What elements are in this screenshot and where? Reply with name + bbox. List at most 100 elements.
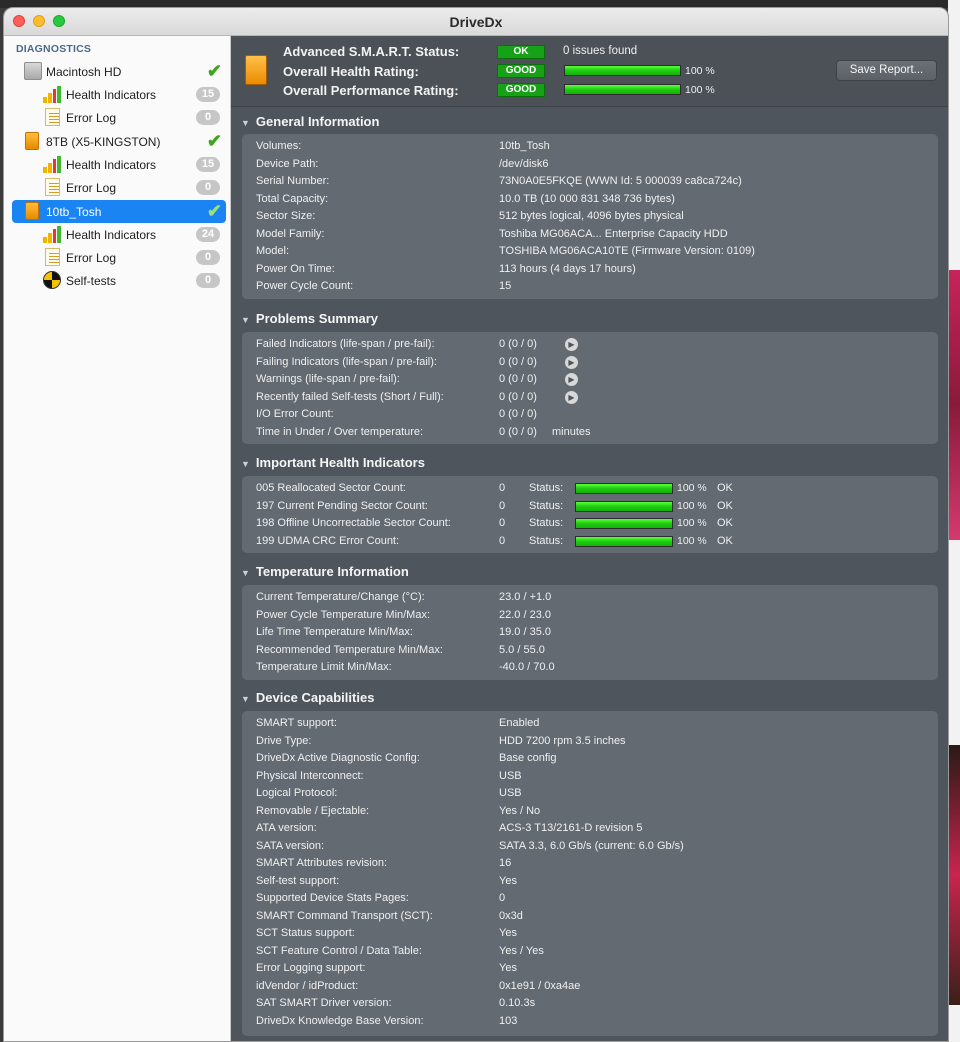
info-value: Yes / Yes	[499, 944, 544, 957]
sidebar-item-8tb-kingston[interactable]: 8TB (X5-KINGSTON) ✔	[12, 130, 226, 153]
sidebar-item-label: Error Log	[66, 111, 117, 125]
sidebar-item-health-indicators[interactable]: Health Indicators 15	[12, 83, 226, 106]
smart-issues-text: 0 issues found	[563, 45, 638, 57]
usb-drive-icon	[25, 132, 39, 150]
sidebar-item-error-log[interactable]: Error Log 0	[12, 176, 226, 199]
info-label: Removable / Ejectable:	[256, 804, 370, 817]
problem-value: 0 (0 / 0)	[499, 338, 537, 350]
info-label: DriveDx Active Diagnostic Config:	[256, 752, 420, 764]
problems-summary-panel: Failed Indicators (life-span / pre-fail)…	[242, 332, 938, 444]
section-title: Temperature Information	[255, 564, 409, 579]
info-label: DriveDx Knowledge Base Version:	[256, 1014, 424, 1027]
indicator-bar	[575, 483, 673, 494]
info-label: Power Cycle Count:	[256, 280, 354, 292]
info-value: 103	[499, 1014, 518, 1027]
sidebar-item-label: 10tb_Tosh	[46, 205, 102, 219]
info-value: SATA 3.3, 6.0 Gb/s (current: 6.0 Gb/s)	[499, 839, 684, 852]
problem-unit: minutes	[552, 425, 591, 438]
info-value: -40.0 / 70.0	[499, 661, 555, 673]
info-label: SATA version:	[256, 839, 325, 852]
performance-rating-label: Overall Performance Rating:	[283, 83, 459, 98]
usb-drive-icon	[25, 202, 39, 220]
info-value: 23.0 / +1.0	[499, 591, 552, 603]
section-general-information[interactable]: ▼ General Information	[241, 114, 379, 129]
checkmark-icon: ✔	[206, 201, 222, 221]
background-photo	[948, 270, 960, 540]
info-label: Sector Size:	[256, 210, 316, 222]
problem-value: 0 (0 / 0)	[499, 408, 537, 420]
performance-rating-badge: GOOD	[497, 83, 545, 97]
background-photo	[948, 745, 960, 1005]
section-temperature-information[interactable]: ▼ Temperature Information	[241, 564, 409, 579]
sidebar-item-label: Health Indicators	[66, 158, 157, 172]
info-label: Drive Type:	[256, 734, 312, 747]
section-problems-summary[interactable]: ▼ Problems Summary	[241, 311, 378, 326]
info-label: Recommended Temperature Min/Max:	[256, 643, 443, 656]
error-log-icon	[45, 178, 60, 196]
info-value: 22.0 / 23.0	[499, 608, 551, 621]
sidebar-item-error-log[interactable]: Error Log 0	[12, 246, 226, 269]
health-indicators-panel: 005 Reallocated Sector Count: 0 Status: 100…	[242, 476, 938, 553]
indicator-pct: 100 %	[677, 499, 707, 512]
details-arrow-icon[interactable]: ▶	[565, 338, 578, 351]
indicator-label: 198 Offline Uncorrectable Sector Count:	[256, 517, 451, 529]
section-title: Important Health Indicators	[255, 455, 425, 470]
indicator-bar-fill	[576, 484, 672, 493]
checkmark-icon: ✔	[206, 61, 222, 81]
title-bar: DriveDx	[4, 8, 948, 36]
problem-label: Recently failed Self-tests (Short / Full…	[256, 390, 444, 403]
performance-rating-bar	[564, 84, 681, 95]
info-label: Serial Number:	[256, 175, 330, 187]
details-arrow-icon[interactable]: ▶	[565, 355, 578, 369]
health-rating-bar-fill	[565, 66, 680, 75]
indicator-value: 0	[499, 517, 506, 529]
problem-label: Time in Under / Over temperature:	[256, 425, 424, 438]
indicator-label: 199 UDMA CRC Error Count:	[256, 534, 400, 547]
sidebar-item-error-log[interactable]: Error Log 0	[12, 106, 226, 129]
problem-label: Warnings (life-span / pre-fail):	[256, 373, 400, 385]
indicator-ok: OK	[717, 482, 733, 494]
save-report-button[interactable]: Save Report...	[836, 60, 937, 81]
performance-rating-pct: 100 %	[685, 84, 715, 96]
section-important-health-indicators[interactable]: ▼ Important Health Indicators	[241, 455, 425, 470]
sidebar-item-health-indicators[interactable]: Health Indicators 24	[12, 223, 226, 246]
indicator-label: 005 Reallocated Sector Count:	[256, 482, 406, 494]
info-label: SMART Attributes revision:	[256, 857, 388, 869]
indicator-value: 0	[499, 482, 506, 494]
indicator-status-label: Status:	[529, 517, 564, 529]
sidebar-item-10tb-tosh[interactable]: 10tb_Tosh ✔	[12, 200, 226, 223]
indicator-bar-fill	[576, 536, 672, 546]
info-value: 16	[499, 857, 512, 869]
problem-value: 0 (0 / 0)	[499, 373, 537, 385]
info-label: Life Time Temperature Min/Max:	[256, 626, 413, 638]
sidebar-item-macintosh-hd[interactable]: Macintosh HD ✔	[12, 60, 226, 83]
sidebar: DIAGNOSTICS Macintosh HD ✔ Health Indica…	[4, 36, 231, 1041]
health-rating-bar	[564, 65, 681, 76]
info-value: 113 hours (4 days 17 hours)	[499, 262, 636, 275]
info-label: Power On Time:	[256, 262, 335, 275]
window-title: DriveDx	[449, 14, 503, 30]
count-badge: 24	[196, 227, 220, 242]
temperature-panel: Current Temperature/Change (°C): 23.0 / +…	[242, 585, 938, 680]
count-badge: 0	[196, 110, 220, 125]
info-value: 0x1e91 / 0xa4ae	[499, 979, 581, 992]
info-label: Logical Protocol:	[256, 787, 338, 799]
section-title: Problems Summary	[255, 311, 379, 326]
details-arrow-icon[interactable]: ▶	[565, 390, 578, 404]
info-value: TOSHIBA MG06ACA10TE (Firmware Version: 0…	[499, 245, 755, 257]
count-badge: 0	[196, 180, 220, 195]
info-value: Base config	[499, 752, 557, 764]
problem-label: Failing Indicators (life-span / pre-fail…	[256, 355, 437, 368]
section-device-capabilities[interactable]: ▼ Device Capabilities	[241, 690, 374, 705]
info-label: SCT Status support:	[256, 927, 355, 939]
info-label: Model Family:	[256, 227, 325, 240]
sidebar-item-health-indicators[interactable]: Health Indicators 15	[12, 153, 226, 176]
info-value: Yes	[499, 962, 517, 974]
indicator-ok: OK	[717, 499, 733, 512]
details-arrow-icon[interactable]: ▶	[565, 373, 578, 386]
info-value: Toshiba MG06ACA... Enterprise Capacity H…	[499, 227, 728, 240]
sidebar-item-self-tests[interactable]: Self-tests 0	[12, 269, 226, 292]
info-value: 15	[499, 280, 512, 292]
info-label: Physical Interconnect:	[256, 769, 364, 782]
info-label: Device Path:	[256, 157, 319, 170]
